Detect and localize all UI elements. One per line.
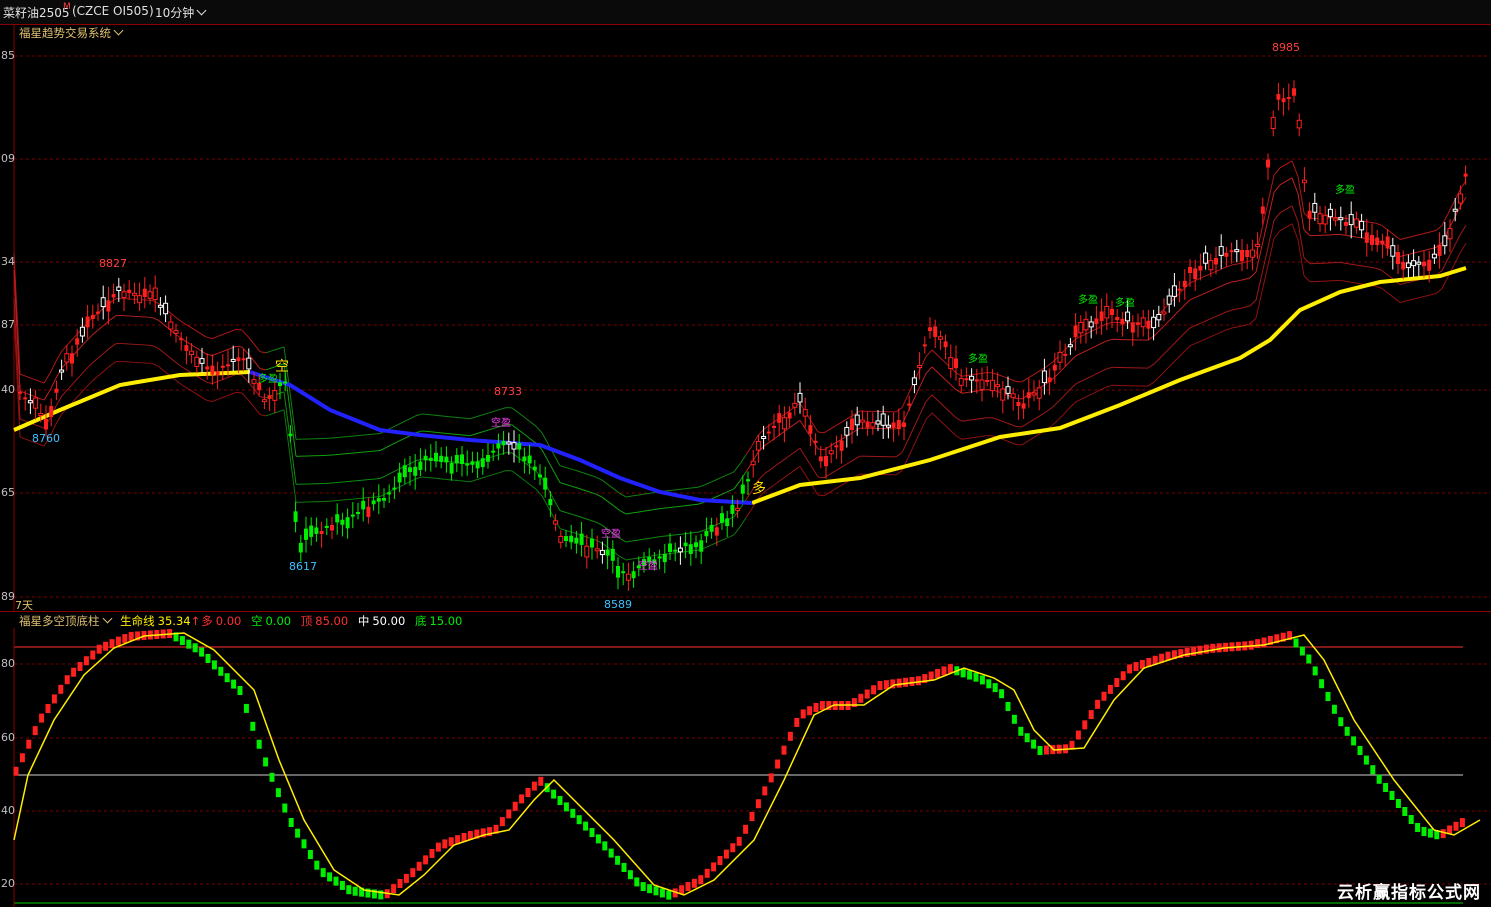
label-high-8985: 8985 (1272, 41, 1300, 54)
osc-tick: 60 (1, 731, 15, 744)
trend-yellow-line (13, 266, 1467, 505)
oscillator-bars (13, 629, 1465, 900)
short-label: 空 (251, 614, 263, 628)
period-label: 10分钟 (155, 6, 195, 20)
bottom-value: 15.00 (429, 614, 463, 628)
long-value: 0.00 (215, 614, 242, 628)
panel-divider (0, 611, 1491, 612)
sub-indicator-header: 福星多空顶底柱 生命线 35.34↑多 0.00 空 0.00 顶 85.00 中 50.… (19, 613, 468, 629)
watermark: 云析赢指标公式网 (1337, 883, 1481, 903)
kong-ying-3: 空盈 (638, 559, 658, 572)
short-value: 0.00 (265, 614, 292, 628)
life-line-label: 生命线 (120, 614, 155, 628)
life-arrow: ↑ (190, 614, 201, 628)
chevron-down-icon (102, 613, 112, 624)
contract-code: (CZCE OI505) (72, 4, 154, 18)
price-tick: 09 (1, 152, 15, 165)
period-selector[interactable]: 10分钟 (155, 4, 207, 21)
top-label: 顶 (300, 614, 313, 628)
duo-ying-1: 多盈 (258, 372, 278, 385)
life-line-value: 35.34 (157, 614, 191, 628)
price-chart[interactable]: 8827 8733 8985 8617 8589 8760 空 多 多盈 多盈 … (0, 24, 1491, 612)
osc-tick: 20 (1, 877, 15, 890)
duo-ying-5: 多盈 (1335, 183, 1355, 196)
sub-indicator-selector[interactable]: 福星多空顶底柱 (19, 613, 112, 628)
duo-ying-4: 多盈 (1115, 296, 1135, 309)
price-tick: 89 (1, 590, 15, 603)
mid-label: 中 (357, 614, 370, 628)
price-tick: 65 (1, 486, 15, 499)
signal-duo: 多 (752, 480, 766, 497)
symbol-mark: M (63, 2, 71, 12)
price-tick: 87 (1, 318, 15, 331)
price-tick: 85 (1, 49, 15, 62)
price-tick: 40 (1, 383, 15, 396)
chart-header-bar: 菜籽油2505 M (CZCE OI505) 10分钟 (0, 0, 1491, 25)
annotations: 8827 8733 8985 8617 8589 8760 空 多 多盈 多盈 … (32, 41, 1355, 611)
bottom-label: 底 (414, 614, 427, 628)
signal-kong: 空 (275, 359, 289, 375)
top-value: 85.00 (315, 614, 349, 628)
sub-indicator-name: 福星多空顶底柱 (19, 614, 100, 628)
candles (18, 80, 1468, 591)
label-low-8589: 8589 (604, 598, 632, 611)
chevron-down-icon (196, 5, 207, 16)
long-label: 多 (201, 614, 213, 628)
kong-ying-1: 空盈 (491, 416, 511, 429)
label-low-8760: 8760 (32, 432, 60, 445)
price-grid (13, 24, 1491, 612)
symbol-name[interactable]: 菜籽油2505 (3, 4, 70, 21)
duo-ying-3: 多盈 (1078, 293, 1098, 306)
price-tick: 34 (1, 255, 15, 268)
oscillator-grid (13, 628, 1491, 907)
label-high-8733: 8733 (494, 385, 522, 398)
osc-tick: 40 (1, 804, 15, 817)
label-low-8617: 8617 (289, 560, 317, 573)
oscillator-chart[interactable] (0, 628, 1491, 907)
kong-ying-2: 空盈 (601, 527, 621, 540)
osc-tick: 80 (1, 657, 15, 670)
life-line (13, 632, 1481, 896)
mid-value: 50.00 (372, 614, 406, 628)
label-high-8827: 8827 (99, 257, 127, 270)
duo-ying-2: 多盈 (968, 352, 988, 365)
